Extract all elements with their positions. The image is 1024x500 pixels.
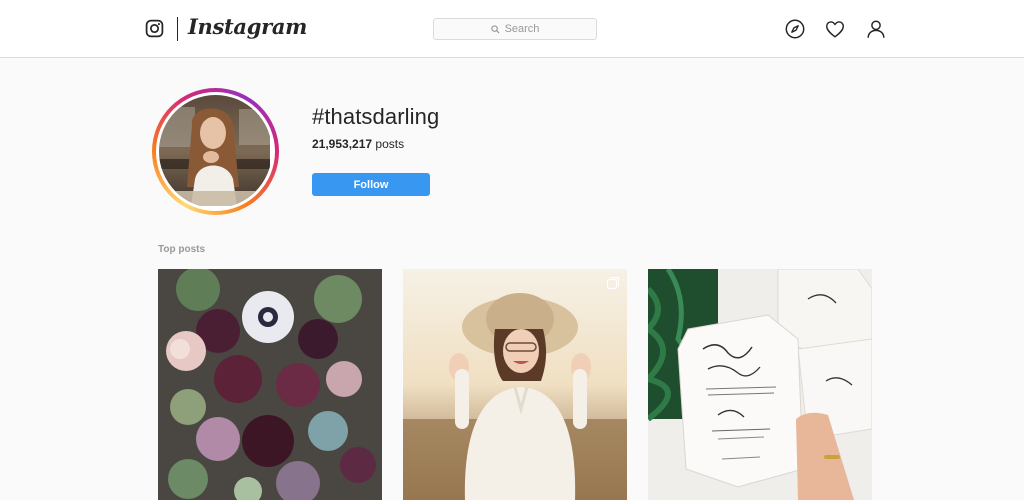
compass-icon[interactable] <box>784 18 806 40</box>
logo-divider <box>177 17 178 41</box>
search-input[interactable]: Search <box>433 18 597 40</box>
post-image-bouquet <box>158 269 382 500</box>
post-image-portrait <box>403 269 627 500</box>
avatar-photo <box>159 95 270 206</box>
top-post-1[interactable] <box>158 269 382 500</box>
top-navigation-bar: Instagram Search <box>0 0 1024 58</box>
follow-button[interactable]: Follow <box>312 173 430 196</box>
multiple-posts-icon <box>607 277 619 289</box>
hashtag-avatar <box>152 88 279 215</box>
post-image-invitations <box>648 269 872 500</box>
top-posts-heading: Top posts <box>158 244 206 255</box>
search-placeholder: Search <box>504 23 540 35</box>
user-icon[interactable] <box>865 18 887 40</box>
hashtag-title: #thatsdarling <box>312 104 440 129</box>
top-post-2[interactable] <box>403 269 627 500</box>
heart-icon[interactable] <box>824 18 846 40</box>
top-post-3[interactable] <box>648 269 872 500</box>
posts-label: posts <box>375 137 405 151</box>
instagram-logo-icon[interactable] <box>145 19 164 38</box>
posts-count-line: 21,953,217 posts <box>312 137 404 151</box>
search-icon <box>490 24 500 34</box>
instagram-wordmark[interactable]: Instagram <box>188 14 307 39</box>
posts-count: 21,953,217 <box>312 137 373 151</box>
